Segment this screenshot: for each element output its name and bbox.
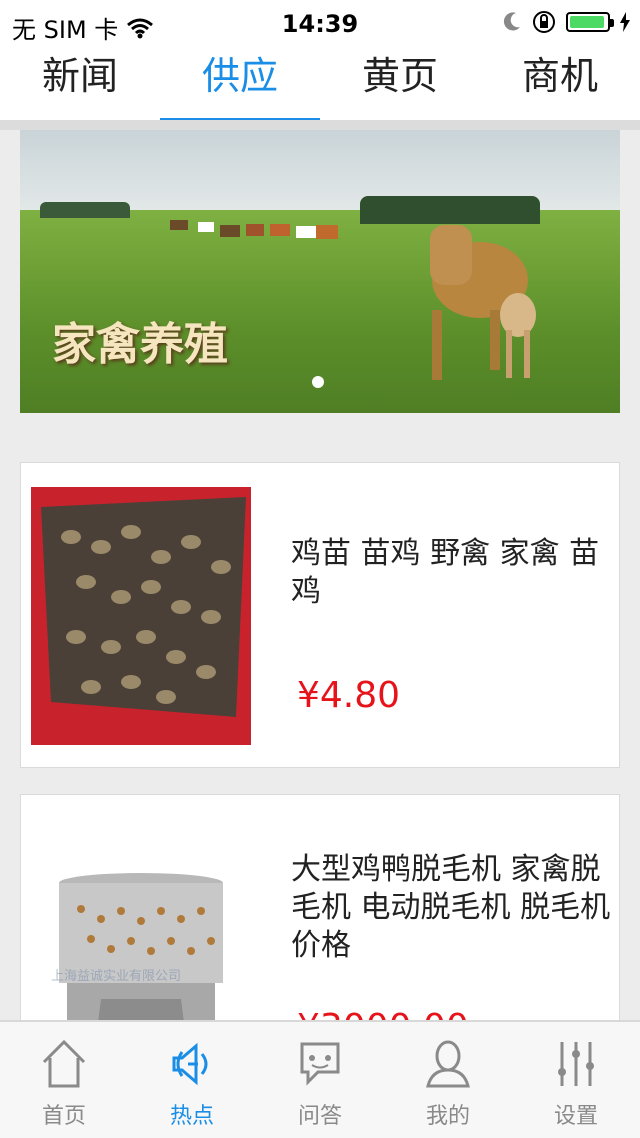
nav-label-hotspot: 热点: [169, 1104, 214, 1129]
charging-icon: [620, 12, 630, 32]
user-icon: [426, 1040, 470, 1088]
moon-icon: [503, 12, 520, 31]
chicks-illustration: [31, 487, 251, 745]
tab-supply[interactable]: 供应: [160, 48, 320, 128]
tab-divider: [0, 120, 640, 130]
carousel-page-dot[interactable]: [312, 376, 324, 388]
product-image: [31, 487, 251, 745]
bottom-tab-bar: 首页 热点 问答 我的 设置: [0, 1020, 640, 1138]
tab-business[interactable]: 商机: [480, 48, 640, 120]
nav-home[interactable]: 首页: [0, 1022, 128, 1138]
nav-label-mine: 我的: [425, 1104, 470, 1129]
nav-label-settings: 设置: [553, 1104, 598, 1129]
battery-indicator: [566, 12, 614, 32]
nav-label-qa: 问答: [297, 1104, 342, 1129]
tab-yellow-pages[interactable]: 黄页: [320, 48, 480, 120]
banner-caption: 家禽养殖: [52, 319, 228, 370]
banner-carousel[interactable]: 家禽养殖: [20, 130, 620, 413]
nav-settings[interactable]: 设置: [512, 1022, 640, 1138]
battery-fill: [570, 16, 604, 28]
chat-icon: [300, 1042, 340, 1086]
nav-label-home: 首页: [41, 1104, 86, 1129]
home-icon: [42, 1039, 86, 1088]
product-price: ¥4.80: [297, 675, 401, 716]
hotspot-icon: [172, 1042, 208, 1086]
product-card[interactable]: 鸡苗 苗鸡 野禽 家禽 苗鸡 ¥4.80: [20, 462, 620, 768]
nav-hotspot[interactable]: 热点: [128, 1022, 256, 1138]
product-title: 大型鸡鸭脱毛机 家禽脱毛机 电动脱毛机 脱毛机价格: [291, 852, 611, 963]
image-watermark: 上海益诚实业有限公司: [51, 969, 182, 984]
category-tabs: 新闻 供应 黄页 商机: [0, 48, 640, 128]
product-title: 鸡苗 苗鸡 野禽 家禽 苗鸡: [291, 536, 600, 609]
nav-qa[interactable]: 问答: [256, 1022, 384, 1138]
rotation-lock-icon: [533, 11, 555, 33]
status-bar: 无 SIM 卡 14:39: [0, 0, 640, 48]
tab-news[interactable]: 新闻: [0, 48, 160, 120]
nav-mine[interactable]: 我的: [384, 1022, 512, 1138]
status-icons: [502, 10, 630, 34]
sliders-icon: [558, 1042, 594, 1086]
